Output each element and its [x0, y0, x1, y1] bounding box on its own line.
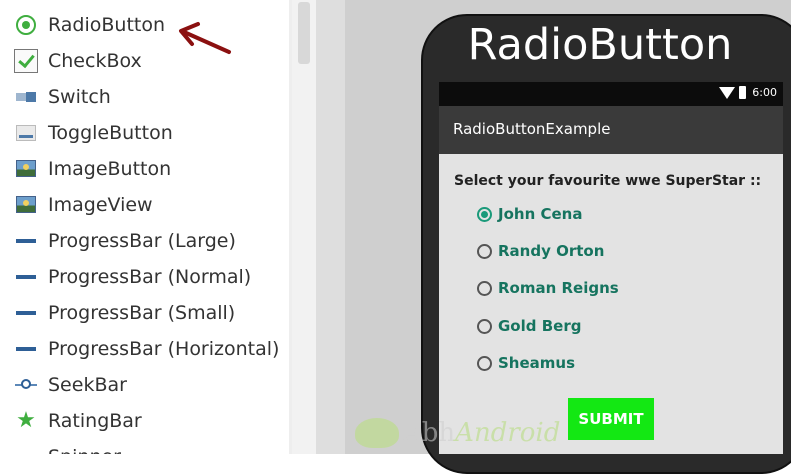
radio-option-randy-orton[interactable]: Randy Orton	[477, 238, 604, 264]
overlay-title: RadioButton	[467, 20, 733, 70]
palette-item-seekbar[interactable]: SeekBar	[14, 370, 127, 400]
palette-scrollbar[interactable]	[292, 0, 316, 454]
switch-icon	[14, 85, 38, 109]
app-title: RadioButtonExample	[453, 120, 611, 138]
palette-item-label: Spinner	[48, 446, 121, 454]
star-icon: ★	[16, 408, 36, 433]
radio-unchecked-icon[interactable]	[477, 355, 492, 371]
radio-unchecked-icon[interactable]	[477, 318, 492, 334]
palette-item-togglebutton[interactable]: ToggleButton	[14, 118, 173, 148]
status-time: 6:00	[752, 86, 777, 99]
radio-option-roman-reigns[interactable]: Roman Reigns	[477, 275, 619, 301]
palette-item-label: RatingBar	[48, 410, 142, 432]
radio-label[interactable]: Sheamus	[498, 354, 575, 372]
status-icons: 6:00	[719, 86, 777, 99]
palette-item-label: ProgressBar (Horizontal)	[48, 338, 280, 360]
palette-item-label: CheckBox	[48, 50, 142, 72]
palette-item-progressbar-small[interactable]: ProgressBar (Small)	[14, 298, 235, 328]
spinner-icon	[14, 445, 38, 454]
progress-bar-icon	[14, 337, 38, 361]
app-content: Select your favourite wwe SuperStar :: J…	[439, 154, 783, 454]
radio-label[interactable]: Gold Berg	[498, 317, 581, 335]
palette-item-switch[interactable]: Switch	[14, 82, 111, 112]
battery-icon	[739, 86, 747, 99]
palette-scrollbar-thumb[interactable]	[298, 2, 310, 64]
image-view-icon	[14, 193, 38, 217]
radio-unchecked-icon[interactable]	[477, 243, 492, 259]
status-bar: 6:00	[439, 82, 783, 106]
palette-item-imageview[interactable]: ImageView	[14, 190, 153, 220]
palette-item-label: ImageView	[48, 194, 153, 216]
progress-bar-icon	[14, 229, 38, 253]
submit-button[interactable]: SUBMIT	[568, 398, 654, 440]
palette-item-label: RadioButton	[48, 14, 166, 36]
palette-item-label: Switch	[48, 86, 111, 108]
watermark: Abh Android	[355, 418, 560, 448]
radio-option-gold-berg[interactable]: Gold Berg	[477, 313, 581, 339]
wifi-icon	[719, 86, 736, 99]
radio-checked-icon[interactable]	[477, 206, 492, 222]
radio-button-icon	[14, 13, 38, 37]
radio-label[interactable]: Roman Reigns	[498, 279, 619, 297]
progress-bar-icon	[14, 301, 38, 325]
radio-unchecked-icon[interactable]	[477, 280, 492, 296]
palette-item-label: SeekBar	[48, 374, 127, 396]
widget-palette: RadioButton CheckBox Switch ToggleButton…	[0, 0, 292, 454]
image-button-icon	[14, 157, 38, 181]
palette-item-imagebutton[interactable]: ImageButton	[14, 154, 171, 184]
palette-item-progressbar-large[interactable]: ProgressBar (Large)	[14, 226, 236, 256]
toggle-button-icon	[14, 121, 38, 145]
radio-option-john-cena[interactable]: John Cena	[477, 201, 582, 227]
radio-option-sheamus[interactable]: Sheamus	[477, 350, 575, 376]
palette-item-label: ToggleButton	[48, 122, 173, 144]
annotation-arrow-icon	[179, 22, 231, 54]
radio-label[interactable]: John Cena	[498, 205, 582, 223]
watermark-text: Android	[455, 418, 561, 448]
palette-item-progressbar-normal[interactable]: ProgressBar (Normal)	[14, 262, 251, 292]
palette-item-spinner[interactable]: Spinner	[14, 442, 121, 454]
android-logo-icon	[355, 418, 399, 448]
app-action-bar: RadioButtonExample	[439, 106, 783, 154]
palette-item-label: ImageButton	[48, 158, 172, 180]
palette-item-label: ProgressBar (Normal)	[48, 266, 252, 288]
progress-bar-icon	[14, 265, 38, 289]
watermark-text: Abh	[403, 418, 456, 448]
palette-item-label: ProgressBar (Large)	[48, 230, 236, 252]
radio-label[interactable]: Randy Orton	[498, 242, 604, 260]
palette-item-progressbar-horizontal[interactable]: ProgressBar (Horizontal)	[14, 334, 279, 364]
question-label: Select your favourite wwe SuperStar ::	[454, 173, 762, 189]
palette-item-radiobutton[interactable]: RadioButton	[14, 10, 165, 40]
palette-item-checkbox[interactable]: CheckBox	[14, 46, 142, 76]
palette-item-ratingbar[interactable]: ★ RatingBar	[14, 406, 142, 436]
palette-item-label: ProgressBar (Small)	[48, 302, 236, 324]
seekbar-icon	[14, 373, 38, 397]
checkbox-icon	[14, 49, 38, 73]
